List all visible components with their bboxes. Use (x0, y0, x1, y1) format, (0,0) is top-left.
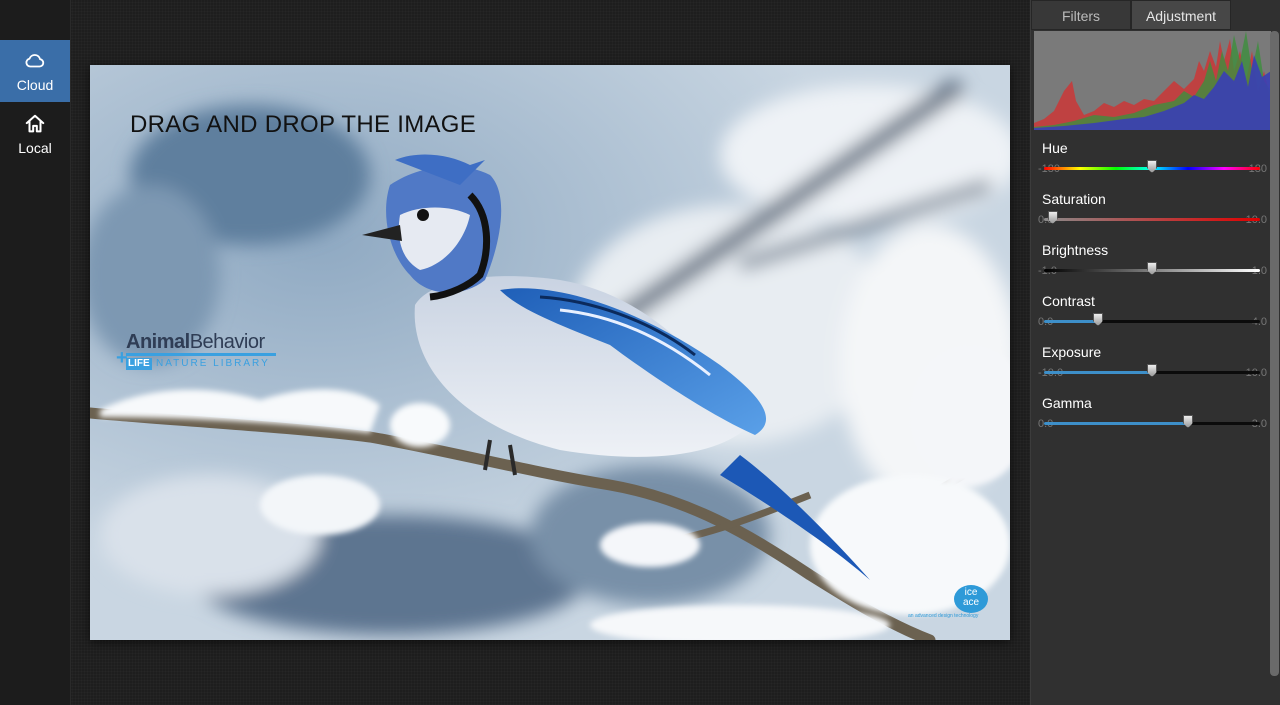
brightness-label: Brightness (1042, 242, 1109, 258)
brightness-slider-thumb[interactable] (1147, 262, 1157, 275)
home-icon (25, 114, 45, 132)
tab-adjustment[interactable]: Adjustment (1131, 0, 1231, 30)
hue-slider-thumb[interactable] (1147, 160, 1157, 173)
gamma-slider-thumb[interactable] (1182, 415, 1193, 428)
contrast-slider-thumb[interactable] (1093, 313, 1103, 326)
cloud-label: Cloud (16, 76, 54, 93)
animal-behavior-watermark: AnimalBehavior + LIFE NATURE LIBRARY (116, 331, 286, 377)
watermark-subtitle: NATURE LIBRARY (156, 358, 270, 369)
gamma-label: Gamma (1042, 395, 1092, 411)
saturation-slider[interactable] (1044, 211, 1260, 224)
brightness-slider[interactable] (1044, 262, 1260, 275)
source-sidebar: Cloud Local (0, 0, 71, 705)
watermark-rule (126, 353, 276, 356)
gamma-slider-fill (1044, 422, 1188, 425)
panel-scrollbar[interactable] (1270, 31, 1279, 676)
exposure-slider-fill (1044, 371, 1152, 374)
brightness-control: Brightness -1.0 1.0 (1031, 242, 1269, 293)
iceace-logo: ice ace (954, 585, 988, 613)
panel-tabs: Filters Adjustment (1031, 0, 1271, 31)
contrast-label: Contrast (1042, 293, 1095, 309)
watermark-life: LIFE (126, 358, 152, 370)
cloud-icon (25, 53, 45, 67)
color-histogram (1034, 31, 1271, 130)
saturation-label: Saturation (1042, 191, 1106, 207)
contrast-control: Contrast 0.0 4.0 (1031, 293, 1269, 344)
gamma-control: Gamma 0.0 3.0 (1031, 395, 1269, 446)
hue-control: Hue -180 180 (1031, 140, 1269, 191)
tab-filters[interactable]: Filters (1031, 0, 1131, 30)
drop-instructions: DRAG AND DROP THE IMAGE (130, 111, 477, 138)
contrast-slider[interactable] (1044, 313, 1260, 326)
gamma-slider[interactable] (1044, 415, 1260, 428)
cloud-button[interactable]: Cloud (0, 40, 70, 102)
watermark-title: AnimalBehavior (126, 331, 265, 353)
iceace-tagline: an advanced design technology (908, 613, 979, 619)
image-canvas[interactable]: DRAG AND DROP THE IMAGE AnimalBehavior +… (90, 65, 1010, 640)
hue-slider[interactable] (1044, 160, 1260, 173)
exposure-slider-thumb[interactable] (1147, 364, 1157, 377)
exposure-slider[interactable] (1044, 364, 1260, 377)
local-button[interactable]: Local (0, 103, 70, 165)
contrast-slider-fill (1044, 320, 1098, 323)
hue-label: Hue (1042, 140, 1068, 156)
saturation-control: Saturation 0.0 10.0 (1031, 191, 1269, 242)
exposure-label: Exposure (1042, 344, 1102, 360)
adjustment-panel: Filters Adjustment Hue -180 180 Saturati… (1030, 0, 1280, 705)
exposure-control: Exposure -10.0 10.0 (1031, 344, 1269, 395)
local-label: Local (18, 139, 52, 156)
